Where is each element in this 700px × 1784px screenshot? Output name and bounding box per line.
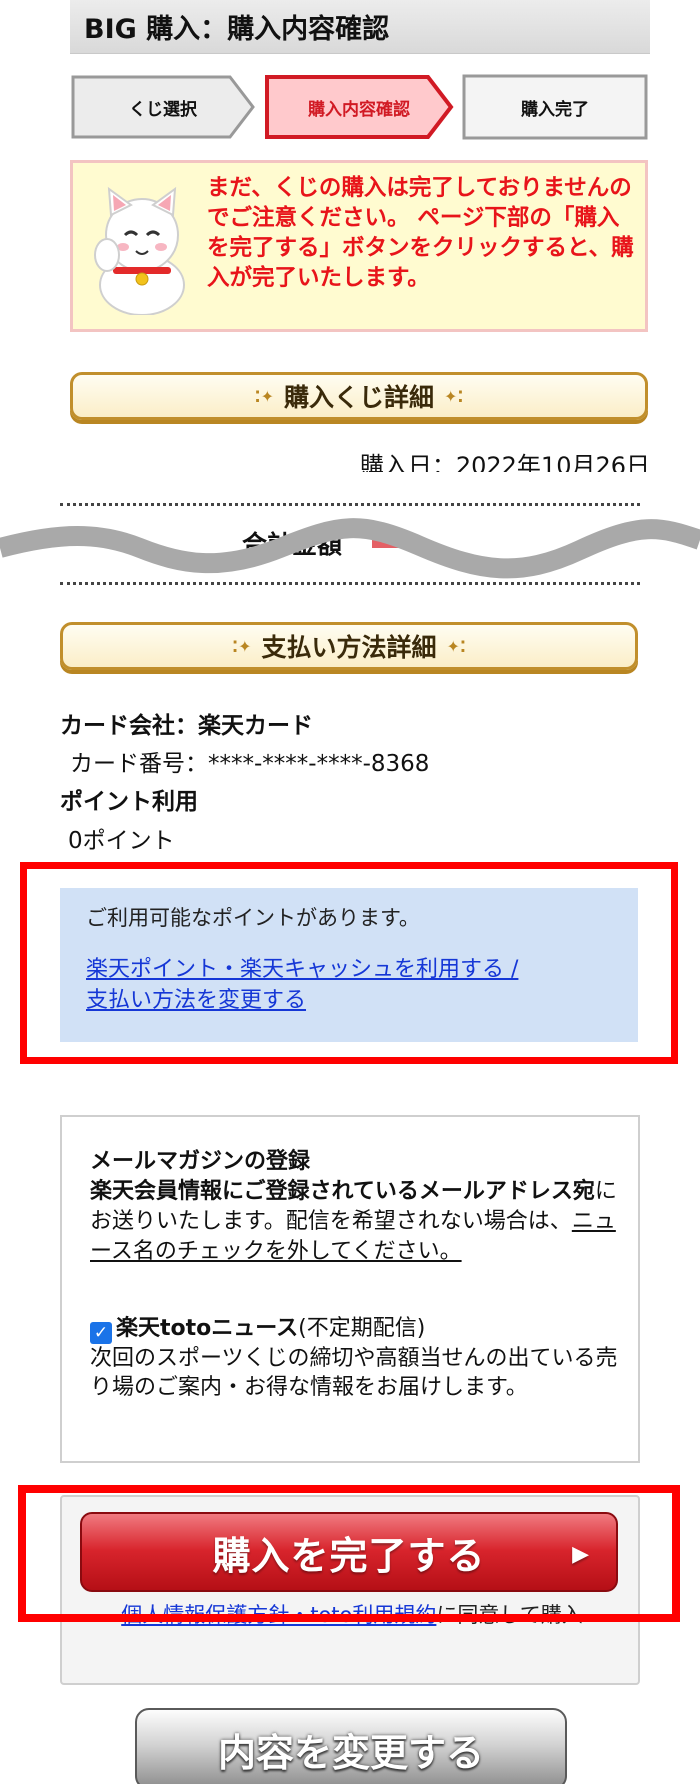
- points-available-box: ご利用可能なポイントがあります。 楽天ポイント・楽天キャッシュを利用する / 支…: [60, 888, 638, 1042]
- change-contents-button[interactable]: 内容を変更する: [135, 1708, 567, 1784]
- dotted-divider: [60, 503, 640, 506]
- points-usage-value: 0ポイント: [68, 828, 175, 854]
- step-purchase-complete: 購入完了: [462, 74, 648, 140]
- toto-news-description: 次回のスポーツくじの締切や高額当せんの出ている売り場のご案内・お得な情報をお届け…: [90, 1346, 618, 1400]
- torn-page-wave: [0, 518, 700, 579]
- step-label: くじ選択: [129, 99, 197, 120]
- change-contents-label: 内容を変更する: [217, 1730, 484, 1775]
- toto-news-option: ✓ 楽天totoニュース(不定期配信) 次回のスポーツくじの締切や高額当せんの出て…: [90, 1314, 620, 1402]
- page-header: BIG 購入：購入内容確認: [70, 0, 650, 54]
- section-title: 支払い方法詳細: [261, 633, 437, 662]
- sparkle-icon: ✦⁚: [446, 636, 466, 656]
- toto-news-frequency: (不定期配信): [298, 1316, 426, 1341]
- use-points-link-line1[interactable]: 楽天ポイント・楽天キャッシュを利用する /: [86, 954, 518, 985]
- step-purchase-confirm: 購入内容確認: [264, 74, 454, 140]
- card-number: カード番号：****-****-****-8368: [70, 751, 430, 777]
- sparkle-icon: ⁚✦: [232, 636, 252, 656]
- sparkle-icon: ✦⁚: [444, 386, 464, 406]
- mail-magazine-description: 楽天会員情報にご登録されているメールアドレス宛にお送りいたします。配信を希望され…: [90, 1177, 620, 1267]
- step-label: 購入内容確認: [308, 99, 410, 120]
- step-lottery-select: くじ選択: [70, 74, 256, 140]
- complete-button-highlight-frame: [18, 1485, 680, 1622]
- notice-text: まだ、くじの購入は完了しておりませんのでご注意ください。 ページ下部の「購入を完…: [207, 175, 634, 291]
- card-company: カード会社：楽天カード: [60, 713, 313, 739]
- dotted-divider: [60, 582, 640, 585]
- maneki-neko-cat-icon: [87, 185, 197, 319]
- payment-detail-section-header: ⁚✦ 支払い方法詳細 ✦⁚: [60, 622, 638, 670]
- mail-desc-bold: 楽天会員情報にご登録されているメールアドレス宛: [90, 1179, 595, 1204]
- mail-magazine-title: メールマガジンの登録: [90, 1149, 311, 1174]
- points-usage-heading: ポイント利用: [60, 789, 198, 815]
- purchase-date-cutoff: 購入日：2022年10月26日: [340, 452, 650, 472]
- sparkle-icon: ⁚✦: [254, 386, 274, 406]
- use-points-link-line2[interactable]: 支払い方法を変更する: [86, 985, 518, 1016]
- toto-news-checkbox[interactable]: ✓: [90, 1322, 112, 1344]
- mail-magazine-box: メールマガジンの登録 楽天会員情報にご登録されているメールアドレス宛にお送りいた…: [60, 1115, 640, 1463]
- points-available-message: ご利用可能なポイントがあります。: [86, 906, 420, 930]
- page-title: BIG 購入：購入内容確認: [84, 14, 390, 45]
- step-label: 購入完了: [521, 99, 589, 120]
- toto-news-label[interactable]: 楽天totoニュース: [116, 1316, 298, 1341]
- purchase-date: 購入日：2022年10月26日: [359, 452, 650, 472]
- use-points-link[interactable]: 楽天ポイント・楽天キャッシュを利用する / 支払い方法を変更する: [86, 954, 518, 1016]
- lottery-detail-section-header: ⁚✦ 購入くじ詳細 ✦⁚: [70, 372, 648, 420]
- section-title: 購入くじ詳細: [283, 383, 434, 412]
- purchase-notice: まだ、くじの購入は完了しておりませんのでご注意ください。 ページ下部の「購入を完…: [70, 160, 648, 332]
